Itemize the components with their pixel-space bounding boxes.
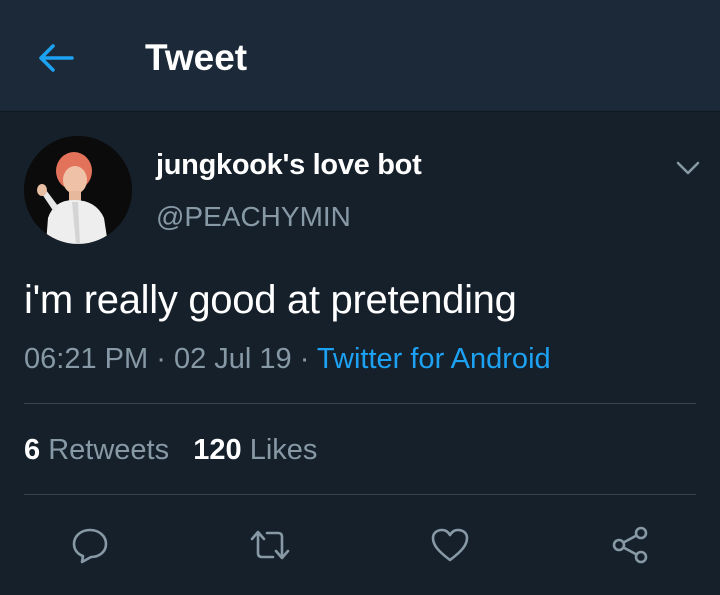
like-button[interactable]	[425, 520, 475, 570]
avatar[interactable]	[24, 136, 132, 244]
likes-label: Likes	[249, 434, 318, 466]
reply-icon	[71, 526, 109, 564]
tweet-action-bar	[0, 520, 720, 570]
retweet-button[interactable]	[245, 520, 295, 570]
tweet-time: 06:21 PM	[24, 343, 149, 375]
author-handle[interactable]: @PEACHYMIN	[156, 199, 351, 235]
likes-count: 120	[193, 434, 242, 466]
share-icon	[610, 525, 650, 565]
share-button[interactable]	[605, 520, 655, 570]
retweets-stat[interactable]: 6 Retweets	[24, 434, 169, 466]
tweet-text: i'm really good at pretending	[24, 278, 517, 322]
meta-separator: ·	[299, 343, 310, 375]
retweets-count: 6	[24, 434, 41, 466]
top-app-bar: Tweet	[0, 0, 720, 112]
retweet-icon	[246, 527, 294, 563]
chevron-down-icon	[676, 161, 700, 175]
arrow-left-icon	[38, 43, 74, 73]
tweet-source-link[interactable]: Twitter for Android	[317, 343, 551, 375]
reply-button[interactable]	[65, 520, 115, 570]
retweets-label: Retweets	[48, 434, 170, 466]
back-button[interactable]	[30, 36, 82, 80]
page-title: Tweet	[145, 37, 248, 78]
tweet-stats: 6 Retweets 120 Likes	[24, 431, 317, 469]
divider	[24, 403, 696, 404]
heart-icon	[430, 527, 470, 563]
meta-separator: ·	[156, 343, 166, 375]
tweet-meta: 06:21 PM · 02 Jul 19 · Twitter for Andro…	[24, 341, 551, 377]
divider	[24, 494, 696, 495]
likes-stat[interactable]: 120 Likes	[193, 434, 317, 466]
author-display-name[interactable]: jungkook's love bot	[156, 147, 422, 183]
tweet-date: 02 Jul 19	[173, 343, 292, 375]
tweet-detail: jungkook's love bot @PEACHYMIN i'm reall…	[0, 112, 720, 595]
more-options-button[interactable]	[672, 152, 704, 184]
